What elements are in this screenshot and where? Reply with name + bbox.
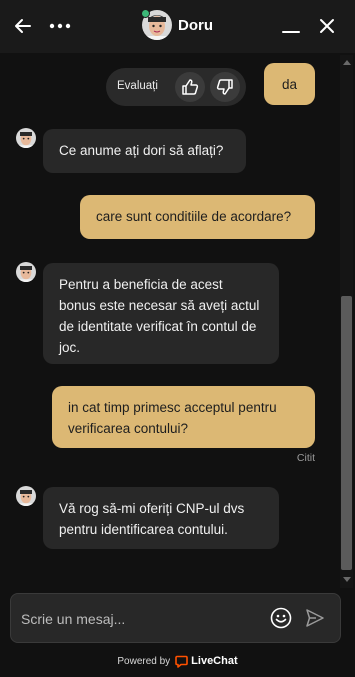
thumbs-down-icon: [216, 79, 233, 95]
emoji-icon: [270, 607, 292, 629]
powered-by-footer: Powered by LiveChat: [0, 650, 355, 672]
message-composer: [10, 593, 341, 643]
more-options-button[interactable]: [45, 11, 75, 41]
minimize-button[interactable]: [276, 11, 306, 41]
agent-info: Doru: [141, 9, 213, 40]
message-text: in cat timp primesc acceptul pentru veri…: [68, 400, 277, 436]
livechat-logo-icon: [175, 655, 188, 668]
close-icon: [320, 19, 334, 33]
user-message: da: [264, 63, 315, 105]
thumbs-down-button[interactable]: [210, 72, 240, 102]
send-icon: [306, 609, 324, 627]
powered-by-text: Powered by: [117, 655, 171, 667]
send-button[interactable]: [303, 606, 327, 630]
minimize-icon: [282, 31, 300, 33]
scroll-down-arrow-icon[interactable]: [343, 577, 351, 582]
agent-message: Pentru a beneficia de acest bonus este n…: [43, 263, 279, 364]
online-status-dot: [141, 9, 150, 18]
emoji-button[interactable]: [269, 606, 293, 630]
agent-avatar-small: [16, 262, 36, 282]
agent-message: Vă rog să-mi oferiți CNP-ul dvs pentru i…: [43, 487, 279, 549]
more-dots-icon: [49, 23, 71, 29]
livechat-link[interactable]: LiveChat: [175, 655, 238, 668]
agent-avatar-small: [16, 486, 36, 506]
message-text: Vă rog să-mi oferiți CNP-ul dvs pentru i…: [59, 501, 245, 537]
close-button[interactable]: [312, 11, 342, 41]
thumbs-up-icon: [182, 79, 199, 95]
message-text: da: [281, 77, 298, 92]
scrollbar-thumb[interactable]: [341, 296, 352, 570]
message-text: care sunt conditiile de acordare?: [96, 209, 292, 224]
rating-label: Evaluați: [117, 80, 158, 92]
message-text: Pentru a beneficia de acest bonus este n…: [59, 277, 260, 355]
agent-message: Ce anume ați dori să aflați?: [43, 129, 246, 173]
user-message: in cat timp primesc acceptul pentru veri…: [52, 386, 315, 448]
message-text: Ce anume ați dori să aflați?: [59, 143, 224, 158]
thumbs-up-button[interactable]: [175, 72, 205, 102]
read-receipt: Citit: [296, 452, 315, 464]
rating-widget: Evaluați: [106, 68, 246, 106]
back-button[interactable]: [8, 11, 38, 41]
agent-name: Doru: [178, 16, 213, 34]
arrow-left-icon: [15, 19, 31, 33]
chat-header: Doru: [0, 0, 355, 53]
user-message: care sunt conditiile de acordare?: [80, 195, 315, 239]
scroll-up-arrow-icon[interactable]: [343, 60, 351, 65]
agent-avatar-small: [16, 128, 36, 148]
agent-avatar: [141, 9, 172, 40]
message-input[interactable]: [21, 609, 251, 629]
livechat-brand: LiveChat: [191, 655, 238, 667]
